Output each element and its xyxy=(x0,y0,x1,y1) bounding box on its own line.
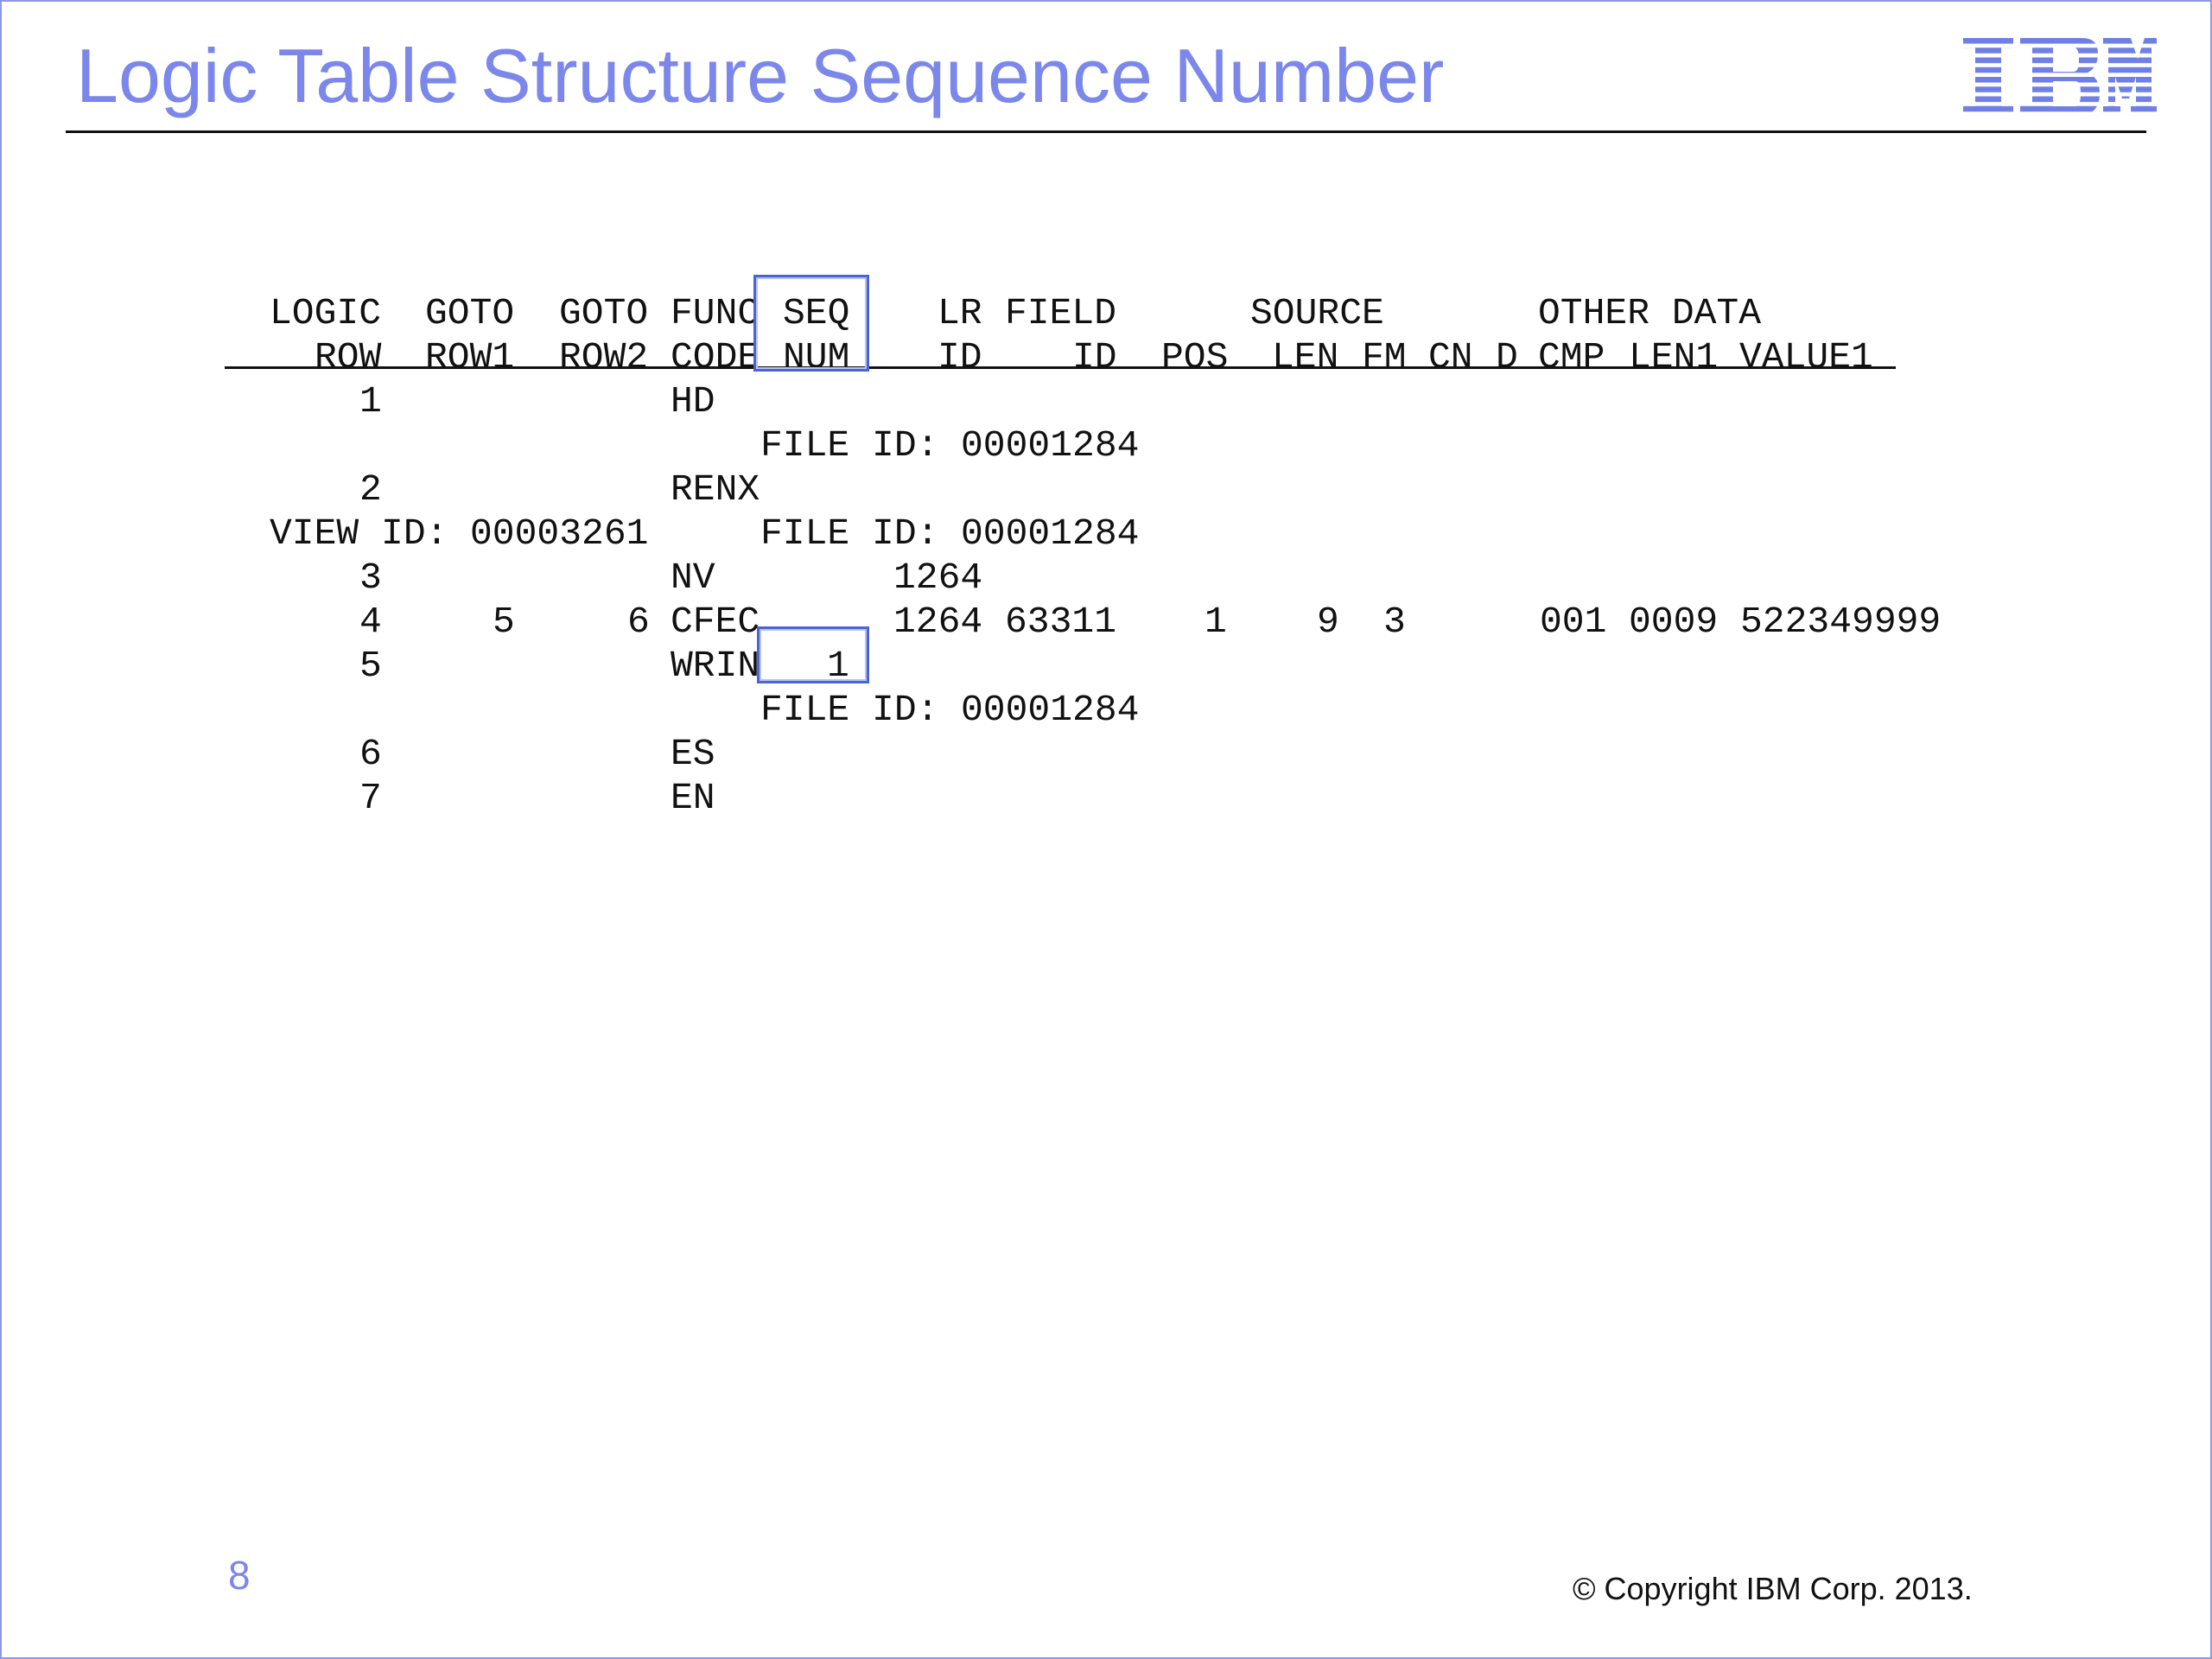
header-row: ROW xyxy=(315,336,382,378)
row-4-fm: 3 xyxy=(1383,601,1406,643)
header-len: LEN xyxy=(1272,336,1339,378)
page-number: 8 xyxy=(228,1553,251,1598)
seq-num-header-highlight xyxy=(753,275,869,372)
header-other-data: OTHER DATA xyxy=(1538,292,1762,334)
row-3-logic-row: 3 xyxy=(359,556,382,599)
header-value1: VALUE1 xyxy=(1739,336,1873,378)
row-4-pos: 1 xyxy=(1205,601,1227,643)
header-goto2: GOTO xyxy=(559,292,649,334)
header-cmp: CMP xyxy=(1538,336,1605,378)
row-6-func: ES xyxy=(671,733,715,775)
row-2-func: RENX xyxy=(671,468,760,511)
header-row1: ROW1 xyxy=(425,336,515,378)
row-3-lr-id: 1264 xyxy=(893,556,983,599)
header-field: FIELD xyxy=(1005,292,1117,334)
row-6-logic-row: 6 xyxy=(359,733,382,775)
header-d: D xyxy=(1496,336,1518,378)
row-4-field-id: 63311 xyxy=(1005,601,1117,643)
seq-num-value-highlight xyxy=(757,626,869,683)
row-4-func: CFEC xyxy=(671,601,760,643)
row-5-func: WRIN xyxy=(671,645,760,687)
row-4-value1: 522349999 xyxy=(1740,601,1942,643)
row-5-file-id: 00001284 xyxy=(961,689,1140,731)
header-logic: LOGIC xyxy=(270,292,382,334)
row-4-lr-id: 1264 xyxy=(893,601,983,643)
row-5-logic-row: 5 xyxy=(359,645,382,687)
row-4-goto1: 5 xyxy=(493,601,515,643)
header-lr: LR xyxy=(938,292,982,334)
row-4-len: 9 xyxy=(1317,601,1339,643)
row-2-file-id: 00001284 xyxy=(961,512,1140,555)
row-3-func: NV xyxy=(671,556,715,599)
header-lr-id: ID xyxy=(938,336,982,378)
row-2-logic-row: 2 xyxy=(359,468,382,511)
row-1-file-label: FILE ID: xyxy=(760,424,939,467)
row-7-logic-row: 7 xyxy=(359,777,382,819)
row-5-file-label: FILE ID: xyxy=(760,689,939,731)
row-1-file-id: 00001284 xyxy=(961,424,1140,467)
row-2-view-id: 00003261 xyxy=(470,512,649,555)
row-2-view-label: VIEW ID: xyxy=(270,512,448,555)
header-code: CODE xyxy=(671,336,760,378)
header-fm: FM xyxy=(1362,336,1407,378)
copyright-notice: © Copyright IBM Corp. 2013. xyxy=(1573,1571,1973,1606)
header-len1: LEN1 xyxy=(1629,336,1719,378)
header-goto1: GOTO xyxy=(425,292,515,334)
row-4-cmp: 001 xyxy=(1540,601,1607,643)
row-1-logic-row: 1 xyxy=(359,380,382,423)
header-row2: ROW2 xyxy=(559,336,649,378)
row-7-func: EN xyxy=(671,777,715,819)
header-source: SOURCE xyxy=(1250,292,1384,334)
header-func: FUNC xyxy=(671,292,760,334)
header-pos: POS xyxy=(1161,336,1229,378)
row-4-len1: 0009 xyxy=(1629,601,1719,643)
header-rule xyxy=(225,366,1896,369)
row-1-func: HD xyxy=(671,380,715,423)
row-2-file-label: FILE ID: xyxy=(760,512,939,555)
header-field-id: ID xyxy=(1072,336,1117,378)
header-cn: CN xyxy=(1428,336,1473,378)
row-4-logic-row: 4 xyxy=(359,601,382,643)
row-4-goto2: 6 xyxy=(627,601,650,643)
logic-table-listing: LOGIC GOTO GOTO FUNC SEQ LR FIELD SOURCE… xyxy=(0,0,2212,864)
